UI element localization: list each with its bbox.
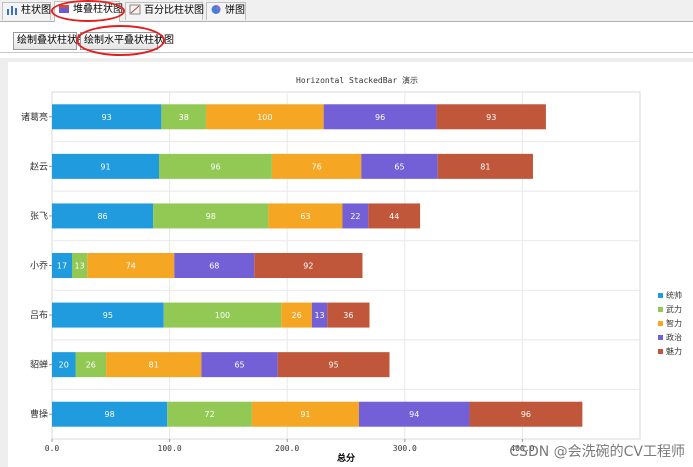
y-category-label: 诸葛亮: [21, 111, 48, 123]
bar-value-label: 86: [97, 212, 107, 221]
x-tick-label: 0.0: [45, 444, 60, 453]
bar-value-label: 91: [100, 162, 110, 171]
y-category-label: 赵云: [30, 160, 48, 172]
y-category-label: 张飞: [30, 211, 48, 222]
bar-value-label: 26: [292, 311, 302, 320]
tab-bar: 柱状图 堆叠柱状图 百分比柱状图 饼图: [0, 0, 693, 22]
tab-pie-chart[interactable]: 饼图: [206, 2, 246, 20]
tab-bar-chart[interactable]: 柱状图: [2, 2, 51, 20]
legend-label: 智力: [666, 318, 682, 328]
legend-swatch: [658, 293, 663, 298]
bar-value-label: 93: [102, 113, 112, 122]
tab-label: 百分比柱状图: [144, 5, 204, 16]
legend-label: 统帅: [666, 290, 682, 300]
bar-value-label: 63: [300, 212, 310, 221]
bar-value-label: 93: [486, 113, 496, 122]
legend-swatch: [658, 335, 663, 340]
watermark: CSDN @会洗碗的CV工程师: [509, 444, 685, 460]
bar-value-label: 95: [103, 311, 113, 320]
stacked-bar-icon: [59, 5, 69, 13]
pie-chart-icon: [211, 5, 221, 14]
bar-value-label: 94: [409, 410, 419, 419]
bar-value-label: 100: [215, 311, 230, 320]
chart-title: Horizontal StackedBar 演示: [296, 75, 418, 85]
x-tick-label: 300.0: [393, 444, 417, 453]
stacked-bar-chart: Horizontal StackedBar 演示 总分 0.0 100.0 200.…: [21, 75, 682, 464]
tab-label: 饼图: [225, 5, 245, 16]
bar-value-label: 44: [389, 212, 399, 221]
bar-value-label: 98: [105, 410, 115, 419]
bar-value-label: 68: [209, 262, 219, 271]
bar-value-label: 91: [300, 410, 310, 419]
y-category-label: 小乔: [30, 260, 48, 272]
percent-bar-icon: [129, 4, 141, 15]
chart-area: Horizontal StackedBar 演示 总分 0.0 100.0 200.…: [8, 62, 693, 467]
bar-value-label: 20: [59, 361, 69, 370]
chart-panel: Horizontal StackedBar 演示 总分 0.0 100.0 200.…: [0, 58, 693, 467]
bar-value-label: 92: [303, 262, 313, 271]
bar-value-label: 74: [126, 262, 136, 271]
bar-value-label: 26: [86, 361, 96, 370]
bar-value-label: 65: [394, 162, 404, 171]
bar-value-label: 17: [57, 262, 67, 271]
bar-chart-icon: [7, 6, 17, 15]
bar-value-label: 96: [210, 162, 220, 171]
legend-swatch: [658, 307, 663, 312]
tab-percent-bar-chart[interactable]: 百分比柱状图: [125, 2, 204, 20]
x-tick-label: 100.0: [158, 444, 182, 453]
bar-value-label: 81: [149, 361, 159, 370]
legend-label: 政治: [666, 332, 682, 342]
tab-stacked-bar-chart[interactable]: 堆叠柱状图: [54, 1, 123, 22]
bar-value-label: 96: [521, 410, 531, 419]
bar-value-label: 36: [343, 311, 353, 320]
y-category-label: 貂蝉: [30, 359, 48, 371]
bar-value-label: 22: [350, 212, 360, 221]
bar-value-label: 98: [206, 212, 216, 221]
y-category-label: 曹操: [30, 408, 48, 420]
legend-label: 武力: [666, 304, 682, 314]
x-tick-label: 200.0: [275, 444, 299, 453]
bar-value-label: 96: [375, 113, 385, 122]
tab-label: 堆叠柱状图: [73, 4, 123, 15]
tab-label: 柱状图: [21, 5, 51, 16]
bar-value-label: 81: [480, 162, 490, 171]
legend-label: 魅力: [666, 346, 682, 356]
bar-value-label: 65: [234, 361, 244, 370]
x-axis-label: 总分: [337, 452, 355, 464]
legend-swatch: [658, 321, 663, 326]
legend-swatch: [658, 349, 663, 354]
bar-value-label: 100: [257, 113, 272, 122]
bar-value-label: 76: [312, 162, 322, 171]
draw-stacked-bar-button[interactable]: 绘制叠状柱状图: [13, 32, 87, 50]
bar-value-label: 38: [179, 113, 189, 122]
toolbar: 绘制叠状柱状图 绘制水平叠状柱状图: [0, 22, 693, 56]
bar-value-label: 95: [329, 361, 339, 370]
bar-value-label: 13: [314, 311, 324, 320]
draw-horizontal-stacked-bar-button[interactable]: 绘制水平叠状柱状图: [80, 32, 174, 50]
y-category-label: 吕布: [30, 309, 48, 321]
bar-value-label: 13: [75, 262, 85, 271]
bar-value-label: 72: [204, 410, 214, 419]
